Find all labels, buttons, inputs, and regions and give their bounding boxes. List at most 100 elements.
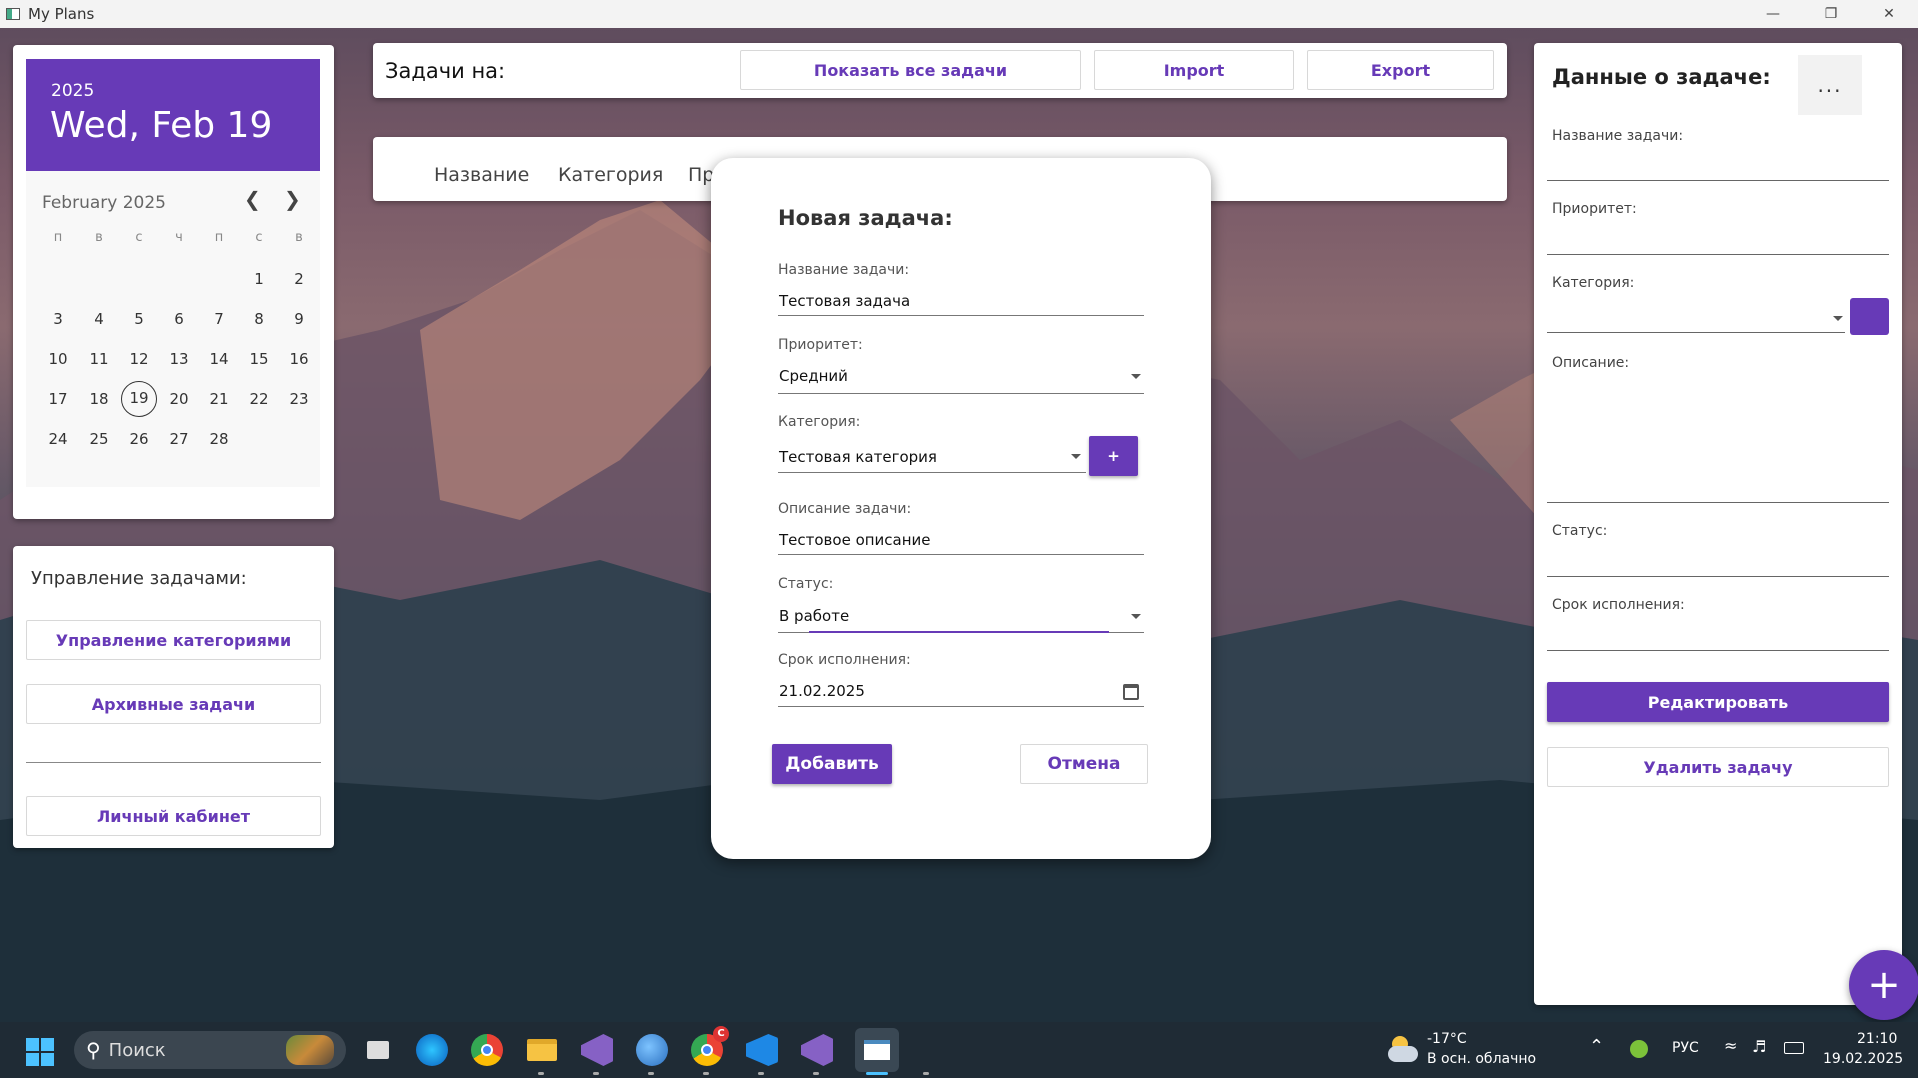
- calendar-day[interactable]: 20: [161, 381, 197, 417]
- security-icon[interactable]: [1630, 1040, 1648, 1058]
- visual-studio-icon[interactable]: [581, 1034, 613, 1066]
- detail-name-field[interactable]: [1547, 180, 1889, 181]
- calendar-day[interactable]: 17: [40, 381, 76, 417]
- category-select[interactable]: Тестовая категория: [779, 448, 937, 466]
- prev-month-icon[interactable]: ❮: [244, 187, 261, 211]
- more-options-button[interactable]: ...: [1798, 55, 1862, 115]
- calendar-day[interactable]: 23: [281, 381, 317, 417]
- personal-account-button[interactable]: Личный кабинет: [26, 796, 321, 836]
- language-indicator[interactable]: РУС: [1672, 1040, 1699, 1056]
- calendar-day[interactable]: 28: [201, 421, 237, 457]
- import-button[interactable]: Import: [1094, 50, 1294, 90]
- manage-categories-button[interactable]: Управление категориями: [26, 620, 321, 660]
- app-icon: [6, 8, 20, 20]
- calendar-day[interactable]: 14: [201, 341, 237, 377]
- weather-icon[interactable]: [1386, 1034, 1420, 1064]
- windows-start-icon[interactable]: [26, 1038, 54, 1066]
- clock-time[interactable]: 21:10: [1857, 1031, 1897, 1047]
- search-label: Поиск: [108, 1039, 166, 1061]
- calendar-day[interactable]: 24: [40, 421, 76, 457]
- file-explorer-icon[interactable]: [526, 1034, 558, 1066]
- calendar-year[interactable]: 2025: [51, 81, 94, 101]
- detail-priority-field[interactable]: [1547, 254, 1889, 255]
- show-all-tasks-button[interactable]: Показать все задачи: [740, 50, 1081, 90]
- task-details-title: Данные о задаче:: [1552, 65, 1771, 89]
- chevron-down-icon: [1131, 374, 1141, 379]
- weather-temp[interactable]: -17°C: [1427, 1031, 1467, 1047]
- detail-due-field[interactable]: [1547, 650, 1889, 651]
- my-plans-app-icon[interactable]: [855, 1028, 899, 1072]
- calendar-day[interactable]: 4: [81, 301, 117, 337]
- calendar-day[interactable]: 1: [241, 261, 277, 297]
- export-button[interactable]: Export: [1307, 50, 1494, 90]
- weekday-label: ч: [175, 230, 183, 245]
- battery-icon[interactable]: [1784, 1042, 1804, 1054]
- calendar-day[interactable]: 8: [241, 301, 277, 337]
- close-button[interactable]: ✕: [1860, 0, 1918, 28]
- wifi-icon[interactable]: ≈: [1724, 1036, 1737, 1055]
- due-date-input[interactable]: 21.02.2025: [779, 682, 865, 700]
- priority-select[interactable]: Средний: [779, 367, 848, 385]
- calendar-day[interactable]: 22: [241, 381, 277, 417]
- add-task-fab[interactable]: +: [1849, 950, 1918, 1020]
- description-input[interactable]: Тестовое описание: [779, 531, 931, 549]
- calendar-day[interactable]: 2: [281, 261, 317, 297]
- calendar-day[interactable]: 7: [201, 301, 237, 337]
- edge-icon[interactable]: [416, 1034, 448, 1066]
- show-hidden-icons-icon[interactable]: ⌃: [1589, 1036, 1604, 1057]
- calendar-day[interactable]: 16: [281, 341, 317, 377]
- calendar-day[interactable]: 6: [161, 301, 197, 337]
- weather-desc[interactable]: В осн. облачно: [1427, 1051, 1536, 1067]
- column-category-header[interactable]: Категория: [558, 164, 663, 186]
- calendar-day[interactable]: 21: [201, 381, 237, 417]
- add-button[interactable]: Добавить: [772, 744, 892, 784]
- delete-task-button[interactable]: Удалить задачу: [1547, 747, 1889, 787]
- vscode-icon[interactable]: [746, 1034, 778, 1066]
- calendar-day[interactable]: 11: [81, 341, 117, 377]
- chrome-profile-icon[interactable]: C: [691, 1026, 729, 1066]
- task-details-panel: Данные о задаче: ... Название задачи: Пр…: [1534, 43, 1902, 1005]
- archived-tasks-button[interactable]: Архивные задачи: [26, 684, 321, 724]
- column-name-header[interactable]: Название: [434, 164, 529, 186]
- chrome-icon[interactable]: [471, 1034, 503, 1066]
- edit-task-button[interactable]: Редактировать: [1547, 682, 1889, 722]
- next-month-icon[interactable]: ❯: [284, 187, 301, 211]
- weekday-label: в: [95, 230, 103, 245]
- detail-status-field[interactable]: [1547, 576, 1889, 577]
- calendar-day[interactable]: 18: [81, 381, 117, 417]
- detail-description-label: Описание:: [1552, 355, 1630, 371]
- calendar-day[interactable]: 12: [121, 341, 157, 377]
- visual-studio-icon-2[interactable]: [801, 1034, 833, 1066]
- restore-button[interactable]: ❐: [1802, 0, 1860, 28]
- calendar-day[interactable]: 25: [81, 421, 117, 457]
- task-name-input[interactable]: Тестовая задача: [779, 292, 910, 310]
- cancel-button[interactable]: Отмена: [1020, 744, 1148, 784]
- calendar-month-label[interactable]: February 2025: [42, 193, 166, 213]
- running-indicator: [813, 1072, 819, 1075]
- due-date-underline: [778, 706, 1144, 707]
- calendar-day[interactable]: 9: [281, 301, 317, 337]
- volume-icon[interactable]: ♬: [1752, 1037, 1766, 1056]
- calendar-day[interactable]: 10: [40, 341, 76, 377]
- detail-description-field[interactable]: [1547, 502, 1889, 503]
- clock-date[interactable]: 19.02.2025: [1823, 1051, 1903, 1067]
- detail-category-color-swatch[interactable]: [1850, 298, 1889, 335]
- minimize-button[interactable]: —: [1744, 0, 1802, 28]
- calendar-day[interactable]: 5: [121, 301, 157, 337]
- chevron-down-icon: [1071, 454, 1081, 459]
- calendar-day-selected[interactable]: 19: [121, 381, 157, 417]
- calendar-icon[interactable]: [1123, 684, 1139, 700]
- detail-category-dropdown[interactable]: [1547, 303, 1845, 333]
- app-icon-globe[interactable]: [636, 1034, 668, 1066]
- calendar-day[interactable]: 27: [161, 421, 197, 457]
- calendar-day[interactable]: 15: [241, 341, 277, 377]
- calendar-day[interactable]: 13: [161, 341, 197, 377]
- add-category-button[interactable]: +: [1089, 436, 1138, 476]
- taskbar-search[interactable]: ⚲ Поиск: [74, 1031, 346, 1069]
- category-underline: [778, 472, 1086, 473]
- calendar-day[interactable]: 26: [121, 421, 157, 457]
- calendar-day[interactable]: 3: [40, 301, 76, 337]
- task-view-icon[interactable]: [362, 1034, 394, 1066]
- status-select[interactable]: В работе: [779, 607, 849, 625]
- calendar-selected-date: Wed, Feb 19: [50, 105, 273, 146]
